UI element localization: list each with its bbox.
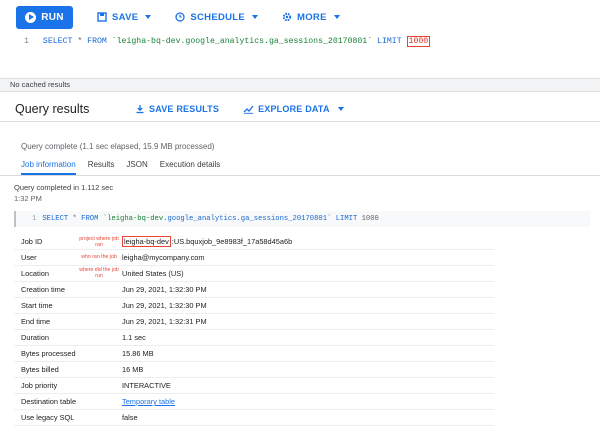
more-menu-button[interactable]: MORE <box>282 12 340 23</box>
chevron-down-icon <box>337 106 344 111</box>
job-id-rest: :US.bquxjob_9e8983f_17a58d45a6b <box>171 237 293 246</box>
end-time-value: Jun 29, 2021, 1:32:31 PM <box>122 317 207 326</box>
sql-table-dataset: google_analytics.ga_sessions_20170801 <box>167 215 328 223</box>
save-results-label: SAVE RESULTS <box>149 103 220 114</box>
clock-icon <box>175 12 186 22</box>
annotation-job-id: project where job ran <box>79 236 119 248</box>
save-label: SAVE <box>112 11 139 23</box>
sql-table-name: `leigha-bq-dev.google_analytics.ga_sessi… <box>106 37 378 46</box>
table-row: Use legacy SQL false <box>14 410 494 426</box>
user-value: leigha@mycompany.com <box>122 253 205 262</box>
job-id-value: leigha-bq-dev:US.bquxjob_9e8983f_17a58d4… <box>122 236 293 247</box>
sql-table-prefix: `leigha-bq-dev. <box>98 215 168 223</box>
tab-job-information[interactable]: Job information <box>21 156 76 175</box>
query-complete-status: Query complete (1.1 sec elapsed, 15.9 MB… <box>21 142 215 151</box>
table-row: Creation time Jun 29, 2021, 1:32:30 PM <box>14 282 494 298</box>
sql-keyword-from: FROM <box>87 37 107 46</box>
end-time-label: End time <box>21 317 51 326</box>
table-row: Destination table Temporary table <box>14 394 494 410</box>
table-row: project where job ran Job ID leigha-bq-d… <box>14 234 494 250</box>
sql-keyword-select: SELECT <box>42 37 73 46</box>
schedule-label: SCHEDULE <box>190 11 246 23</box>
temporary-table-link[interactable]: Temporary table <box>122 397 175 406</box>
chevron-down-icon <box>252 15 259 19</box>
sql-keyword-select: SELECT <box>42 215 69 223</box>
editor-toolbar: RUN SAVE SCHEDULE MORE <box>0 0 600 34</box>
bytes-processed-label: Bytes processed <box>21 349 76 358</box>
run-button[interactable]: RUN <box>16 5 73 29</box>
job-id-project-highlight: leigha-bq-dev <box>122 236 171 247</box>
cache-status-bar: No cached results <box>0 78 600 92</box>
chevron-down-icon <box>145 15 152 19</box>
start-time-label: Start time <box>21 301 53 310</box>
play-icon <box>25 11 37 23</box>
executed-query: 1 SELECT * FROM `leigha-bq-dev.google_ana… <box>14 211 590 227</box>
sql-table-suffix: ` <box>327 215 336 223</box>
sql-star: * <box>68 215 82 223</box>
table-row: Duration 1.1 sec <box>14 330 494 346</box>
table-row: Job priority INTERACTIVE <box>14 378 494 394</box>
limit-value: 1000 <box>357 215 379 223</box>
bytes-billed-value: 16 MB <box>122 365 144 374</box>
table-row: who ran the job User leigha@mycompany.co… <box>14 250 494 266</box>
sql-keyword-from: FROM <box>81 215 99 223</box>
gear-icon <box>282 12 292 22</box>
job-details-table: project where job ran Job ID leigha-bq-d… <box>14 234 494 426</box>
explore-data-label: EXPLORE DATA <box>258 103 330 114</box>
location-value: United States (US) <box>122 269 184 278</box>
sql-keyword-limit: LIMIT <box>335 215 358 223</box>
save-results-button[interactable]: SAVE RESULTS <box>135 104 219 114</box>
results-title: Query results <box>15 101 90 116</box>
save-menu-button[interactable]: SAVE <box>97 11 152 23</box>
line-number: 1 <box>32 215 37 223</box>
editor-line[interactable]: 1 SELECT * FROM `leigha-bq-dev.google_ana… <box>24 36 431 47</box>
start-time-value: Jun 29, 2021, 1:32:30 PM <box>122 301 207 310</box>
tab-execution-details[interactable]: Execution details <box>160 156 220 175</box>
duration-value: 1.1 sec <box>122 333 146 342</box>
query-completed-duration: Query completed in 1.112 sec <box>14 183 114 192</box>
bytes-processed-value: 15.86 MB <box>122 349 154 358</box>
legacy-sql-label: Use legacy SQL <box>21 413 75 422</box>
explore-data-button[interactable]: EXPLORE DATA <box>243 104 344 114</box>
results-tabs: Job information Results JSON Execution d… <box>0 156 600 176</box>
sql-star: * <box>72 37 88 46</box>
creation-time-value: Jun 29, 2021, 1:32:30 PM <box>122 285 207 294</box>
save-icon <box>97 12 107 22</box>
limit-value: 1000 <box>406 36 431 47</box>
chart-icon <box>243 105 254 114</box>
duration-label: Duration <box>21 333 49 342</box>
table-row: Bytes billed 16 MB <box>14 362 494 378</box>
job-priority-value: INTERACTIVE <box>122 381 171 390</box>
sql-keyword-limit: LIMIT <box>377 37 402 46</box>
download-icon <box>136 104 144 113</box>
destination-table-label: Destination table <box>21 397 77 406</box>
table-row: where did the job run Location United St… <box>14 266 494 282</box>
query-editor[interactable]: 1 SELECT * FROM `leigha-bq-dev.google_ana… <box>0 34 600 76</box>
tab-results[interactable]: Results <box>88 156 115 175</box>
table-row: End time Jun 29, 2021, 1:32:31 PM <box>14 314 494 330</box>
bytes-billed-label: Bytes billed <box>21 365 59 374</box>
table-row: Start time Jun 29, 2021, 1:32:30 PM <box>14 298 494 314</box>
creation-time-label: Creation time <box>21 285 65 294</box>
job-priority-label: Job priority <box>21 381 58 390</box>
annotation-location: where did the job run <box>79 267 119 279</box>
legacy-sql-value: false <box>122 413 138 422</box>
table-row: Bytes processed 15.86 MB <box>14 346 494 362</box>
tab-json[interactable]: JSON <box>126 156 147 175</box>
results-header: Query results SAVE RESULTS EXPLORE DATA <box>0 96 600 122</box>
run-label: RUN <box>41 11 64 23</box>
annotation-user: who ran the job <box>81 254 117 260</box>
query-completed-time: 1:32 PM <box>14 194 42 203</box>
more-label: MORE <box>297 11 327 23</box>
line-number: 1 <box>24 37 29 46</box>
chevron-down-icon <box>333 15 340 19</box>
schedule-menu-button[interactable]: SCHEDULE <box>175 11 259 23</box>
